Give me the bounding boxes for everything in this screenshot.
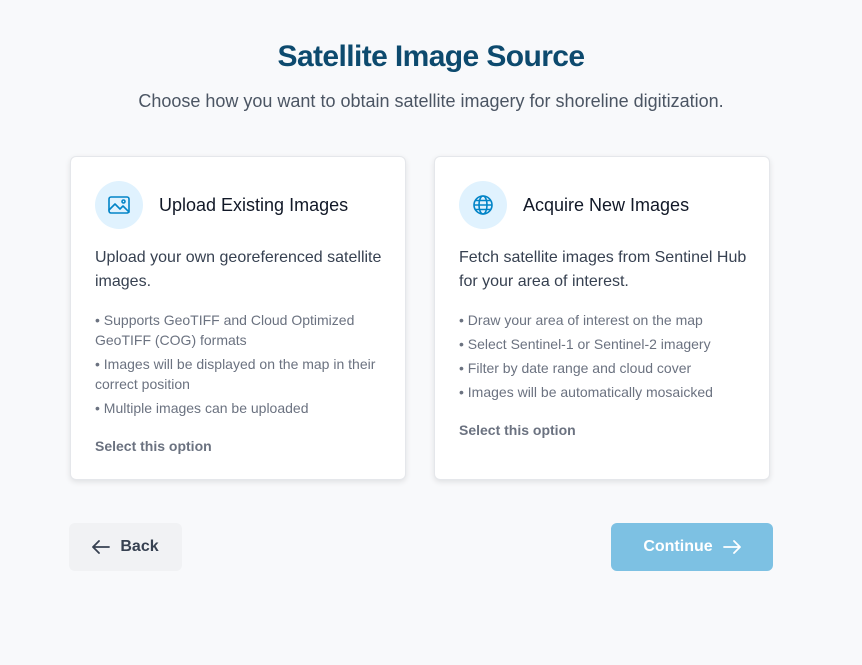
page-title: Satellite Image Source — [277, 40, 586, 73]
option-feature-list: • Supports GeoTIFF and Cloud Optimized G… — [95, 310, 385, 422]
arrow-left-icon — [92, 540, 111, 554]
continue-button[interactable]: Continue — [611, 523, 773, 571]
image-source-page: Satellite Image Source Choose how you wa… — [0, 0, 862, 665]
upload-existing-images-card[interactable]: Upload Existing Images Upload your own g… — [70, 156, 406, 480]
select-option-link[interactable]: Select this option — [95, 438, 212, 454]
option-description: Upload your own georeferenced satellite … — [95, 249, 382, 290]
arrow-right-icon — [722, 540, 741, 554]
back-button[interactable]: Back — [69, 523, 182, 571]
select-option-link[interactable]: Select this option — [459, 422, 576, 438]
option-title: Upload Existing Images — [159, 195, 349, 215]
feature-item: • Filter by date range and cloud cover — [459, 360, 692, 376]
option-title: Acquire New Images — [523, 195, 690, 215]
image-icon — [95, 181, 143, 229]
acquire-new-images-card[interactable]: Acquire New Images Fetch satellite image… — [434, 156, 770, 480]
feature-item: • Multiple images can be uploaded — [95, 400, 309, 416]
globe-icon — [459, 181, 507, 229]
option-feature-list: • Draw your area of interest on the map … — [459, 310, 749, 406]
feature-item: • Select Sentinel-1 or Sentinel-2 imager… — [459, 336, 711, 352]
continue-button-label: Continue — [643, 538, 713, 555]
feature-item: • Images will be displayed on the map in… — [95, 356, 376, 392]
back-button-label: Back — [120, 538, 159, 555]
feature-item: • Supports GeoTIFF and Cloud Optimized G… — [95, 312, 355, 348]
page-subtitle: Choose how you want to obtain satellite … — [138, 91, 724, 111]
feature-item: • Images will be automatically mosaicked — [459, 384, 713, 400]
feature-item: • Draw your area of interest on the map — [459, 312, 703, 328]
option-description: Fetch satellite images from Sentinel Hub… — [459, 249, 747, 290]
